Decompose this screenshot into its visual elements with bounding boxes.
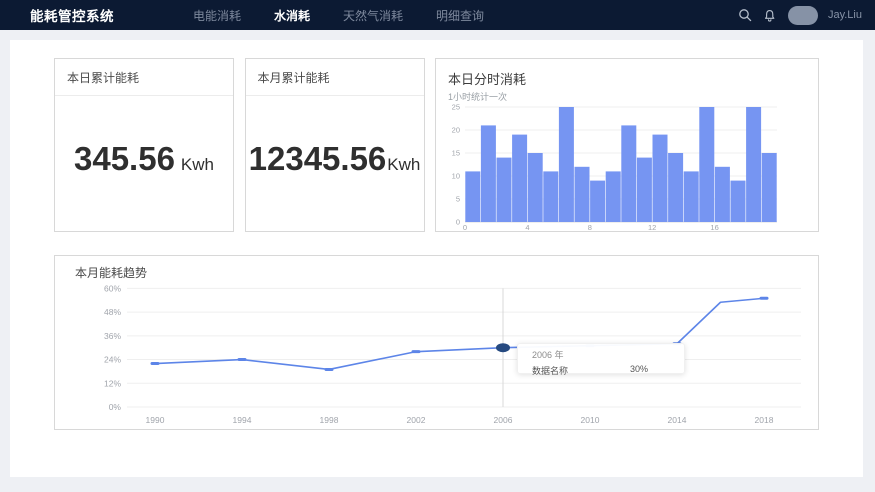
trend-line-chart[interactable]: 0% 12% 24% 36% 48% 60% 1990 1994 1998 2002 2006 201…: [75, 283, 801, 430]
card-title-month: 本月累计能耗: [246, 59, 424, 96]
svg-text:0: 0: [463, 223, 467, 232]
svg-text:1998: 1998: [320, 415, 339, 425]
svg-text:5: 5: [456, 195, 460, 204]
svg-text:8: 8: [588, 223, 592, 232]
hourly-chart-title: 本日分时消耗: [448, 69, 806, 88]
month-total-value: 12345.56: [249, 142, 387, 175]
chart-tooltip: 2006 年 数据名称 30%: [517, 343, 685, 374]
nav-item-gas[interactable]: 天然气消耗: [343, 7, 403, 24]
trend-chart-title: 本月能耗趋势: [75, 264, 798, 281]
bell-icon[interactable]: [762, 7, 778, 23]
nav-item-water[interactable]: 水消耗: [274, 7, 310, 24]
nav-right: Jay.Liu: [738, 0, 862, 30]
svg-text:20: 20: [452, 126, 460, 135]
svg-text:1994: 1994: [233, 415, 252, 425]
trend-chart-wrap: 0% 12% 24% 36% 48% 60% 1990 1994 1998 2002 2006 201…: [75, 283, 798, 430]
svg-text:16: 16: [710, 223, 718, 232]
tooltip-row: 数据名称 30%: [532, 364, 670, 377]
month-total-value-wrap: 12345.56 Kwh: [246, 96, 424, 234]
nav-item-electric[interactable]: 电能消耗: [193, 7, 241, 24]
card-today-total: 本日累计能耗 345.56 Kwh: [54, 58, 234, 232]
svg-text:25: 25: [452, 103, 460, 112]
content-panel: 本日累计能耗 345.56 Kwh 本月累计能耗 12345.56 Kwh 本日…: [10, 40, 863, 477]
svg-text:2018: 2018: [755, 415, 774, 425]
svg-text:1990: 1990: [146, 415, 165, 425]
hourly-bar-chart[interactable]: 0 5 10 15 20 25 0 4 8 12 16: [448, 104, 806, 232]
svg-text:24%: 24%: [104, 355, 121, 365]
svg-text:0: 0: [456, 218, 460, 227]
svg-text:12%: 12%: [104, 378, 121, 388]
nav-menu: 电能消耗 水消耗 天然气消耗 明细查询: [193, 0, 484, 30]
app-title: 能耗管控系统: [30, 5, 114, 25]
svg-text:12: 12: [648, 223, 656, 232]
svg-text:4: 4: [525, 223, 529, 232]
svg-text:48%: 48%: [104, 307, 121, 317]
top-nav: 能耗管控系统 电能消耗 水消耗 天然气消耗 明细查询 Jay.Liu: [0, 0, 875, 30]
tooltip-value: 30%: [630, 364, 648, 377]
svg-text:10: 10: [452, 172, 460, 181]
card-month-total: 本月累计能耗 12345.56 Kwh: [245, 58, 425, 232]
today-total-value: 345.56: [74, 142, 175, 175]
today-total-unit: Kwh: [181, 155, 214, 175]
month-total-unit: Kwh: [387, 155, 420, 175]
user-name: Jay.Liu: [828, 9, 862, 21]
svg-text:36%: 36%: [104, 331, 121, 341]
card-hourly-chart: 本日分时消耗 1小时统计一次 0 5 10 15 20 25 0 4 8 12 16: [435, 58, 819, 232]
svg-text:2010: 2010: [581, 415, 600, 425]
svg-text:60%: 60%: [104, 283, 121, 293]
nav-item-query[interactable]: 明细查询: [436, 7, 484, 24]
svg-text:2014: 2014: [668, 415, 687, 425]
tooltip-series-label: 数据名称: [532, 364, 568, 377]
today-total-value-wrap: 345.56 Kwh: [55, 96, 233, 234]
hourly-chart-subtitle: 1小时统计一次: [448, 90, 806, 103]
card-trend-chart: 本月能耗趋势 0% 12% 24% 36% 48% 60% 1990 1994 1998 2002…: [54, 255, 819, 430]
search-icon[interactable]: [738, 7, 754, 23]
svg-text:2006: 2006: [494, 415, 513, 425]
svg-text:0%: 0%: [109, 402, 122, 412]
stats-row: 本日累计能耗 345.56 Kwh 本月累计能耗 12345.56 Kwh 本日…: [54, 58, 819, 232]
user-avatar[interactable]: [788, 6, 818, 25]
card-title-today: 本日累计能耗: [55, 59, 233, 96]
tooltip-year: 2006 年: [532, 348, 670, 361]
svg-text:15: 15: [452, 149, 460, 158]
svg-text:2002: 2002: [407, 415, 426, 425]
